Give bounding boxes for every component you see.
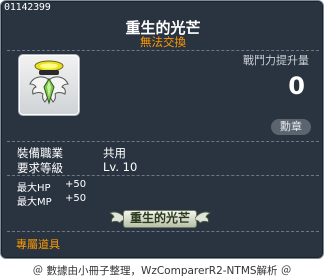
stat-job-value: 共用 <box>103 146 126 160</box>
stat-hp-value: +50 <box>65 179 87 190</box>
item-id: 01142399 <box>4 2 51 13</box>
title-badge: 重生的光芒 <box>109 209 211 228</box>
stat-mp-label: 最大MP <box>17 197 52 208</box>
item-icon-frame <box>18 54 80 116</box>
medal-button[interactable]: 勳章 <box>271 119 311 135</box>
divider <box>7 175 319 176</box>
stat-job-label: 裝備職業 <box>17 146 63 160</box>
medal-icon <box>29 60 69 105</box>
divider <box>7 50 319 51</box>
item-category: 專屬道具 <box>16 238 60 251</box>
footer-credit: ＠ 數據由小冊子整理，WzComparerR2-NTMS解析 ＠ <box>32 265 292 277</box>
wing-right-icon <box>195 211 211 224</box>
combat-power-label: 戰鬥力提升量 <box>243 54 309 67</box>
stat-level-label: 要求等級 <box>17 161 63 175</box>
divider <box>7 231 319 232</box>
trade-status: 無法交換 <box>140 35 186 49</box>
item-tooltip: 01142399 重生的光芒 無法交換 戰鬥力提升量 0 勳章 裝備職業 共用 … <box>0 0 324 259</box>
combat-power-value: 0 <box>288 72 305 100</box>
title-badge-text: 重生的光芒 <box>129 211 190 225</box>
stat-level-value: Lv. 10 <box>103 160 138 174</box>
stat-hp-label: 最大HP <box>17 183 51 194</box>
stat-mp-value: +50 <box>65 193 87 204</box>
divider <box>7 141 319 142</box>
